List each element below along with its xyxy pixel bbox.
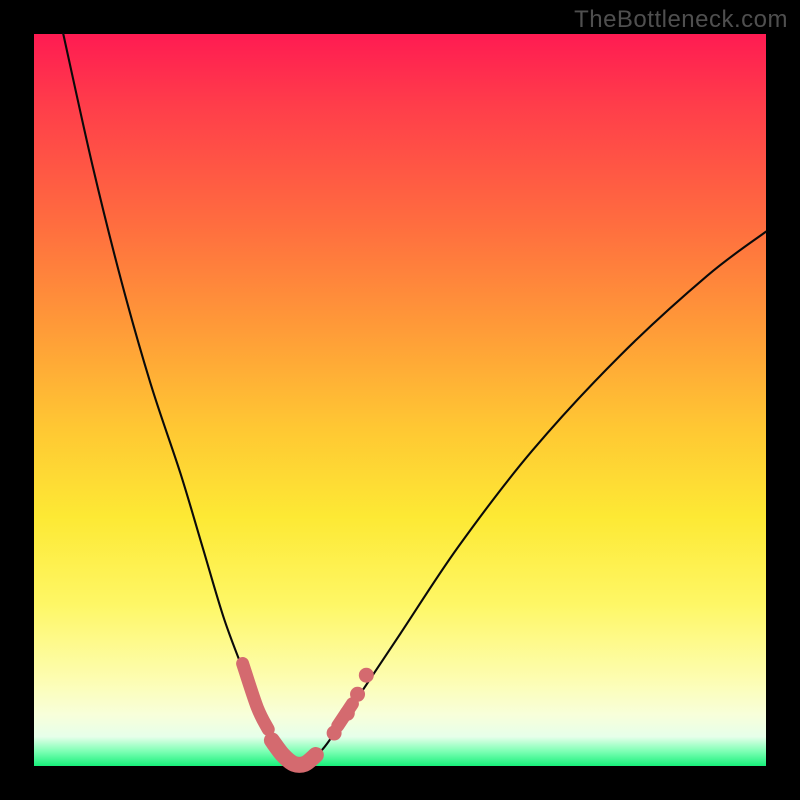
highlight-segment bbox=[243, 664, 269, 730]
highlight-dot bbox=[359, 668, 374, 683]
highlight-dot bbox=[350, 687, 365, 702]
chart-frame: TheBottleneck.com bbox=[0, 0, 800, 800]
highlight-group bbox=[243, 664, 374, 765]
highlight-segment bbox=[272, 740, 316, 765]
watermark-text: TheBottleneck.com bbox=[574, 6, 788, 34]
curve-svg bbox=[34, 34, 766, 766]
bottleneck-curve bbox=[63, 34, 766, 762]
highlight-dot bbox=[327, 726, 342, 741]
highlight-dot bbox=[340, 706, 355, 721]
plot-area bbox=[34, 34, 766, 766]
